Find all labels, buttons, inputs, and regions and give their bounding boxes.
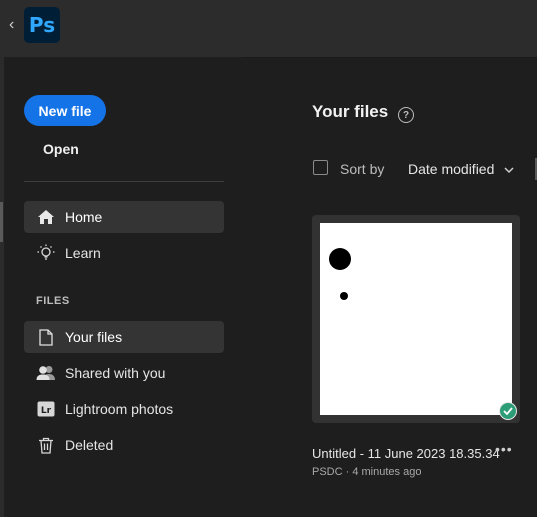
sidebar-item-label: Shared with you bbox=[65, 365, 166, 381]
svg-text:Lr: Lr bbox=[41, 406, 52, 416]
sidebar-item-label: Home bbox=[65, 209, 103, 225]
app-logo-text: Ps bbox=[28, 13, 56, 37]
title-bar: ‹ Ps bbox=[0, 0, 537, 58]
sidebar-item-label: Lightroom photos bbox=[65, 401, 174, 417]
page-title: Your files bbox=[312, 102, 389, 121]
sidebar-item-label: Deleted bbox=[65, 437, 114, 453]
sort-dropdown[interactable]: Date modified bbox=[408, 159, 514, 179]
sidebar-item-label: Learn bbox=[65, 245, 101, 261]
thumbnail-dot-small bbox=[340, 292, 348, 300]
sidebar: New file Open Home Learn FILES Your file… bbox=[4, 57, 244, 517]
back-chevron-icon[interactable]: ‹ bbox=[9, 16, 21, 34]
home-icon bbox=[36, 207, 56, 227]
thumbnail-dot-large bbox=[329, 248, 351, 270]
files-section-label: FILES bbox=[36, 295, 70, 307]
sidebar-item-your-files[interactable]: Your files bbox=[24, 321, 224, 353]
photoshop-logo[interactable]: Ps bbox=[24, 7, 60, 43]
chevron-down-icon bbox=[504, 161, 514, 177]
people-icon bbox=[36, 363, 56, 383]
left-edge-marker bbox=[0, 202, 3, 242]
file-name[interactable]: Untitled - 11 June 2023 18.35.34 bbox=[312, 446, 500, 461]
sidebar-item-shared-with-you[interactable]: Shared with you bbox=[24, 357, 224, 389]
sort-dropdown-value: Date modified bbox=[408, 161, 495, 177]
sidebar-item-deleted[interactable]: Deleted bbox=[24, 429, 224, 461]
sidebar-item-learn[interactable]: Learn bbox=[24, 237, 224, 269]
open-button[interactable]: Open bbox=[43, 141, 79, 157]
sidebar-item-home[interactable]: Home bbox=[24, 201, 224, 233]
synced-check-icon bbox=[499, 402, 517, 420]
help-icon[interactable]: ? bbox=[398, 107, 414, 123]
file-meta: PSDC · 4 minutes ago bbox=[312, 466, 422, 478]
select-all-checkbox[interactable] bbox=[313, 160, 328, 175]
trash-icon bbox=[36, 435, 56, 455]
file-card[interactable] bbox=[312, 215, 520, 423]
new-file-button[interactable]: New file bbox=[24, 95, 106, 126]
document-icon bbox=[36, 327, 56, 347]
lightroom-icon: Lr bbox=[36, 399, 56, 419]
sidebar-divider bbox=[24, 181, 224, 182]
sidebar-item-label: Your files bbox=[65, 329, 123, 345]
new-file-label: New file bbox=[38, 102, 92, 119]
more-options-icon[interactable]: ••• bbox=[495, 442, 515, 458]
sort-by-label: Sort by bbox=[340, 161, 385, 177]
file-thumbnail[interactable] bbox=[320, 223, 517, 420]
sidebar-item-lightroom-photos[interactable]: Lr Lightroom photos bbox=[24, 393, 224, 425]
lightbulb-icon bbox=[36, 243, 56, 263]
